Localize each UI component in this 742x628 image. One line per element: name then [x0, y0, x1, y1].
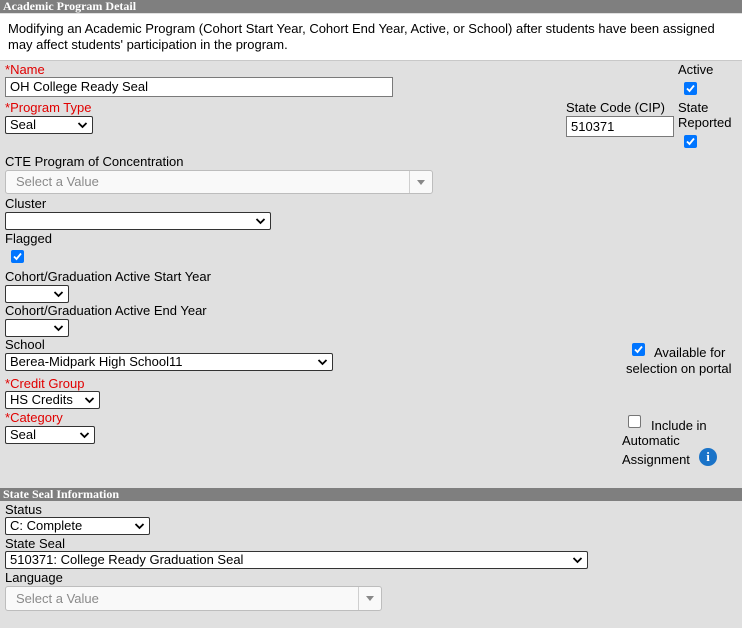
- flagged-checkbox[interactable]: [11, 250, 24, 263]
- chevron-down-icon: [134, 523, 145, 530]
- state-reported-label-line2: Reported: [678, 115, 732, 130]
- state-code-label: State Code (CIP): [566, 100, 665, 115]
- chevron-down-icon: [572, 557, 583, 564]
- status-select[interactable]: C: Complete: [5, 517, 150, 535]
- cluster-select[interactable]: [5, 212, 271, 230]
- checkmark-icon: [13, 252, 22, 261]
- school-select[interactable]: Berea-Midpark High School11: [5, 353, 333, 371]
- cte-program-label: CTE Program of Concentration: [5, 154, 184, 169]
- active-label: Active: [678, 62, 714, 77]
- chevron-down-icon: [53, 291, 64, 298]
- cohort-end-label: Cohort/Graduation Active End Year: [5, 303, 207, 318]
- cohort-start-label: Cohort/Graduation Active Start Year: [5, 269, 211, 284]
- language-combobox[interactable]: Select a Value: [5, 586, 382, 611]
- school-label: School: [5, 337, 45, 352]
- chevron-down-icon: [255, 218, 266, 225]
- category-label: *Category: [5, 410, 63, 425]
- cluster-label: Cluster: [5, 196, 47, 211]
- flagged-label: Flagged: [5, 231, 52, 246]
- name-input[interactable]: OH College Ready Seal: [5, 77, 393, 97]
- program-type-label: *Program Type: [5, 100, 92, 115]
- chevron-down-icon: [79, 432, 90, 439]
- available-portal-label-line2: selection on portal: [626, 361, 732, 376]
- checkmark-icon: [686, 137, 695, 146]
- program-type-select[interactable]: Seal: [5, 116, 93, 134]
- warning-notice: Modifying an Academic Program (Cohort St…: [0, 14, 742, 61]
- cte-program-combobox[interactable]: Select a Value: [5, 170, 433, 194]
- category-select[interactable]: Seal: [5, 426, 95, 444]
- cohort-end-select[interactable]: [5, 319, 69, 337]
- state-reported-checkbox[interactable]: [684, 135, 697, 148]
- state-code-input[interactable]: 510371: [566, 116, 674, 137]
- auto-assign-label-line2: Automatic: [622, 433, 680, 448]
- chevron-down-icon: [84, 397, 95, 404]
- auto-assign-label-line1: Include in: [651, 418, 707, 433]
- active-checkbox[interactable]: [684, 82, 697, 95]
- available-portal-checkbox[interactable]: [632, 343, 645, 356]
- dropdown-arrow-icon[interactable]: [358, 587, 381, 610]
- available-portal-label-line1: Available for: [654, 345, 726, 360]
- state-reported-label-line1: State: [678, 100, 709, 115]
- chevron-down-icon: [77, 122, 88, 129]
- section-header-state-seal: State Seal Information: [0, 488, 742, 501]
- language-label: Language: [5, 570, 63, 585]
- credit-group-select[interactable]: HS Credits: [5, 391, 100, 409]
- auto-assign-label-line3: Assignment: [622, 452, 690, 467]
- dropdown-arrow-icon[interactable]: [409, 171, 432, 193]
- info-icon[interactable]: i: [699, 448, 717, 466]
- status-label: Status: [5, 502, 42, 517]
- state-seal-select[interactable]: 510371: College Ready Graduation Seal: [5, 551, 588, 569]
- state-seal-label: State Seal: [5, 536, 65, 551]
- name-label: *Name: [5, 62, 45, 77]
- checkmark-icon: [686, 84, 695, 93]
- cohort-start-select[interactable]: [5, 285, 69, 303]
- chevron-down-icon: [53, 325, 64, 332]
- auto-assign-checkbox[interactable]: [628, 415, 641, 428]
- credit-group-label: *Credit Group: [5, 376, 85, 391]
- checkmark-icon: [634, 345, 643, 354]
- chevron-down-icon: [317, 359, 328, 366]
- section-header-academic-program-detail: Academic Program Detail: [0, 0, 742, 13]
